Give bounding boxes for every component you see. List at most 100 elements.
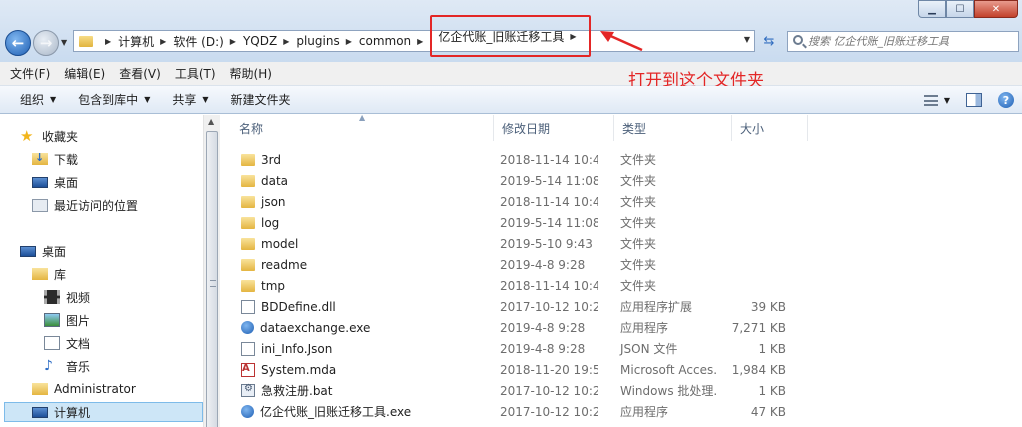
refresh-button[interactable]: ⇆ <box>757 31 781 51</box>
nav-downloads[interactable]: 下载 <box>32 149 78 169</box>
column-header-type[interactable]: 类型 <box>614 115 732 141</box>
forward-button[interactable]: → <box>33 30 59 56</box>
breadcrumb-yqdz[interactable]: YQDZ ▶ <box>243 34 296 48</box>
nav-favorites[interactable]: ★ 收藏夹 <box>20 126 78 146</box>
column-header-date[interactable]: 修改日期 <box>494 115 614 141</box>
table-row[interactable]: ini_Info.Json 2019-4-8 9:28 JSON 文件 1 KB <box>221 338 1022 359</box>
new-folder-button[interactable]: 新建文件夹 <box>231 91 291 108</box>
help-icon[interactable]: ? <box>998 92 1014 108</box>
table-row[interactable]: data 2019-5-14 11:08 文件夹 <box>221 170 1022 191</box>
modified-date-cell: 2019-5-14 11:08 <box>500 173 598 188</box>
modified-date-cell: 2017-10-12 10:26 <box>500 299 598 314</box>
modified-date-cell: 2018-11-20 19:54 <box>500 362 598 377</box>
menu-tools[interactable]: 工具(T) <box>175 65 216 82</box>
nav-pictures[interactable]: 图片 <box>44 310 90 330</box>
menu-help[interactable]: 帮助(H) <box>230 65 272 82</box>
breadcrumb-separator[interactable]: ▶ <box>99 37 118 46</box>
nav-label: Administrator <box>54 382 136 396</box>
address-bar[interactable]: ▶ 计算机 ▶ 软件 (D:) ▶ YQDZ ▶ plugins ▶ common ▶ 亿… <box>73 15 755 57</box>
nav-music[interactable]: ♪ 音乐 <box>44 356 90 376</box>
chevron-right-icon[interactable]: ▶ <box>160 37 166 46</box>
address-dropdown-icon[interactable]: ▼ <box>744 35 750 44</box>
nav-libraries[interactable]: 库 <box>32 264 66 284</box>
navigation-scrollbar[interactable]: ▲ <box>203 115 220 427</box>
nav-documents[interactable]: 文档 <box>44 333 90 353</box>
preview-pane-icon[interactable] <box>966 93 982 107</box>
back-button[interactable]: ← <box>5 30 31 56</box>
folder-icon <box>241 258 255 271</box>
file-type-cell: Microsoft Acces... <box>620 362 716 377</box>
file-size-cell: 1,984 KB <box>731 362 786 377</box>
change-view-button[interactable]: ▼ <box>923 94 950 106</box>
nav-videos[interactable]: 视频 <box>44 287 90 307</box>
table-row[interactable]: readme 2019-4-8 9:28 文件夹 <box>221 254 1022 275</box>
file-type-cell: JSON 文件 <box>620 342 678 356</box>
file-name-cell: 3rd <box>221 153 478 167</box>
file-name: 3rd <box>261 152 281 167</box>
menu-view[interactable]: 查看(V) <box>119 65 161 82</box>
breadcrumb-drive-d[interactable]: 软件 (D:) ▶ <box>173 33 243 50</box>
toolbar-right: ▼ ? <box>923 92 1014 108</box>
close-button[interactable]: ✕ <box>974 0 1018 18</box>
sort-up-icon: ▲ <box>359 113 366 122</box>
forward-arrow-icon: → <box>39 34 53 52</box>
nav-user-folder[interactable]: Administrator <box>32 379 136 399</box>
scrollbar-thumb[interactable] <box>206 131 218 427</box>
file-name-cell: 亿企代账_旧账迁移工具.exe <box>221 403 478 420</box>
file-name: model <box>261 236 299 251</box>
chevron-right-icon[interactable]: ▶ <box>570 32 576 41</box>
search-input[interactable] <box>788 35 988 48</box>
application-icon <box>241 405 254 418</box>
table-row[interactable]: tmp 2018-11-14 10:47 文件夹 <box>221 275 1022 296</box>
nav-recent-places[interactable]: 最近访问的位置 <box>32 195 138 215</box>
breadcrumb-plugins[interactable]: plugins ▶ <box>296 34 359 48</box>
table-row[interactable]: dataexchange.exe 2019-4-8 9:28 应用程序 7,271 K… <box>221 317 1022 338</box>
file-name: tmp <box>261 278 286 293</box>
table-row[interactable]: 亿企代账_旧账迁移工具.exe 2017-10-12 10:26 应用程序 47 KB <box>221 401 1022 422</box>
pictures-icon <box>44 313 60 327</box>
chevron-right-icon[interactable]: ▶ <box>417 37 423 46</box>
organize-label: 组织 <box>20 93 45 107</box>
menu-file[interactable]: 文件(F) <box>10 65 50 82</box>
documents-icon <box>44 336 60 350</box>
window-controls: ▁ ☐ ✕ <box>918 0 1018 18</box>
file-name: 急救注册.bat <box>261 384 333 398</box>
share-label: 共享 <box>172 93 197 107</box>
application-icon <box>241 321 254 334</box>
recent-pages-dropdown[interactable]: ▼ <box>61 38 67 47</box>
nav-label: 音乐 <box>66 359 91 374</box>
folder-icon <box>241 279 255 292</box>
breadcrumb-current-folder[interactable]: 亿企代账_旧账迁移工具 ▶ <box>430 15 592 57</box>
include-in-library-button[interactable]: 包含到库中 ▼ <box>78 91 150 108</box>
table-row[interactable]: model 2019-5-10 9:43 文件夹 <box>221 233 1022 254</box>
table-row[interactable]: log 2019-5-14 11:08 文件夹 <box>221 212 1022 233</box>
search-box[interactable] <box>787 31 1019 52</box>
maximize-button[interactable]: ☐ <box>946 0 974 18</box>
table-row[interactable]: 急救注册.bat 2017-10-12 10:26 Windows 批处理... 1 … <box>221 380 1022 401</box>
modified-date-cell: 2018-11-14 10:47 <box>500 278 598 293</box>
folder-icon <box>241 174 255 187</box>
libraries-icon <box>32 268 48 280</box>
breadcrumb-common[interactable]: common ▶ <box>359 34 430 48</box>
column-header-name[interactable]: 名称 ▲ <box>221 113 494 141</box>
organize-button[interactable]: 组织 ▼ <box>20 91 56 108</box>
table-row[interactable]: json 2018-11-14 10:47 文件夹 <box>221 191 1022 212</box>
file-name-cell: log <box>221 216 478 230</box>
chevron-right-icon[interactable]: ▶ <box>346 37 352 46</box>
table-row[interactable]: BDDefine.dll 2017-10-12 10:26 应用程序扩展 39 KB <box>221 296 1022 317</box>
minimize-button[interactable]: ▁ <box>918 0 946 18</box>
nav-desktop[interactable]: 桌面 <box>20 241 66 261</box>
file-size-cell: 1 KB <box>758 383 786 398</box>
table-row[interactable]: 3rd 2018-11-14 10:47 文件夹 <box>221 149 1022 170</box>
chevron-right-icon[interactable]: ▶ <box>230 37 236 46</box>
column-header-size[interactable]: 大小 <box>732 115 808 141</box>
nav-desktop-favorite[interactable]: 桌面 <box>32 172 78 192</box>
nav-computer[interactable]: 计算机 <box>4 402 203 422</box>
share-button[interactable]: 共享 ▼ <box>172 91 208 108</box>
menu-edit[interactable]: 编辑(E) <box>64 65 105 82</box>
scroll-up-icon[interactable]: ▲ <box>208 117 214 126</box>
breadcrumb-computer[interactable]: 计算机 ▶ <box>118 33 173 50</box>
chevron-right-icon[interactable]: ▶ <box>283 37 289 46</box>
new-folder-label: 新建文件夹 <box>230 93 291 107</box>
table-row[interactable]: System.mda 2018-11-20 19:54 Microsoft Acce… <box>221 359 1022 380</box>
